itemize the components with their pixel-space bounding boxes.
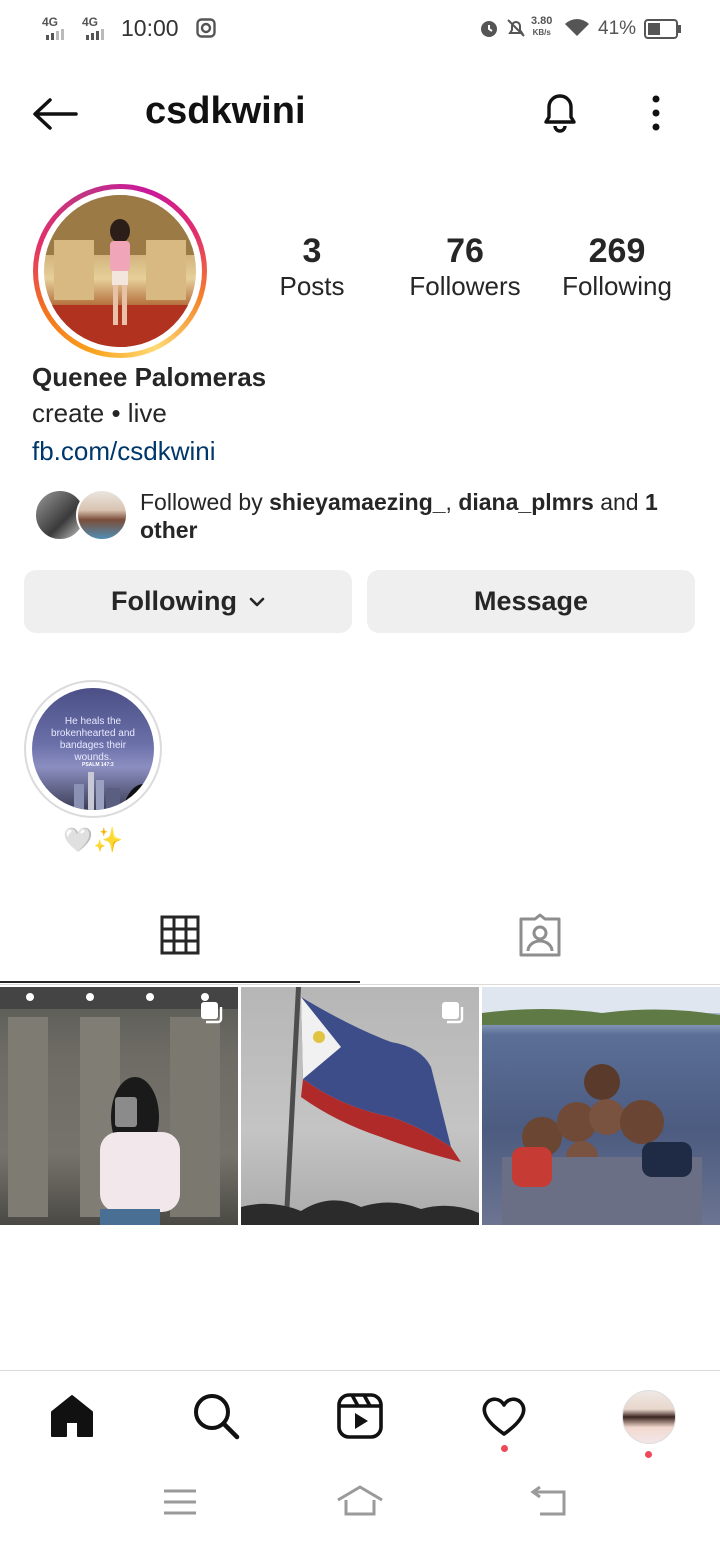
highlight-label: 🤍✨ <box>63 827 123 854</box>
mutual-user-1: shieyamaezing_ <box>269 489 446 515</box>
message-button[interactable]: Message <box>367 570 695 633</box>
mutual-sep: , <box>445 489 459 515</box>
tagged-icon[interactable] <box>517 913 563 959</box>
bell-icon[interactable] <box>536 88 584 136</box>
battery-percent: 41% <box>598 18 637 39</box>
multiple-photos-icon <box>442 1002 464 1024</box>
mute-icon <box>507 19 525 37</box>
stat-posts[interactable]: 3 Posts <box>262 232 362 302</box>
following-count: 269 <box>588 232 646 270</box>
posts-grid <box>0 987 720 1225</box>
wifi-icon <box>565 19 589 36</box>
profile-link[interactable]: fb.com/csdkwini <box>32 436 216 467</box>
post-thumbnail[interactable] <box>0 987 238 1225</box>
highlight-cover: He heals the brokenhearted and bandages … <box>32 688 154 810</box>
menu-icon[interactable] <box>162 1488 198 1516</box>
network-speed: 3.80 KB/s <box>531 16 552 38</box>
profile-bio: create • live <box>32 398 167 428</box>
reels-icon[interactable] <box>336 1392 384 1440</box>
clock: 10:00 <box>121 15 179 41</box>
stat-following[interactable]: 269 Following <box>552 232 682 302</box>
heart-icon[interactable] <box>480 1394 528 1438</box>
mutual-followers-avatars[interactable] <box>34 489 128 541</box>
network-speed-value: 3.80 <box>531 15 553 27</box>
posts-count: 3 <box>302 232 322 270</box>
home-icon[interactable] <box>48 1392 96 1440</box>
network-label-2: 4G <box>82 15 99 29</box>
following-label: Following <box>562 271 672 301</box>
mutual-prefix: Followed by <box>140 489 270 515</box>
more-vertical-icon[interactable] <box>646 94 666 132</box>
mutual-user-2: diana_plmrs <box>458 489 594 515</box>
active-tab-indicator <box>0 981 360 983</box>
activity-notification-dot <box>501 1445 508 1452</box>
mutual-followers-text[interactable]: Followed by shieyamaezing_, diana_plmrs … <box>140 488 700 544</box>
search-icon[interactable] <box>192 1392 240 1440</box>
stat-followers[interactable]: 76 Followers <box>398 232 532 302</box>
signal-icon <box>46 29 64 40</box>
battery-icon <box>644 19 681 39</box>
multiple-photos-icon <box>201 1002 223 1024</box>
instagram-notification-icon <box>196 18 216 38</box>
mutual-avatar-2 <box>76 489 128 541</box>
status-bar: 4G 4G 10:00 3.80 KB/s 41% <box>0 0 720 58</box>
story-highlight[interactable]: He heals the brokenhearted and bandages … <box>24 680 162 818</box>
posts-label: Posts <box>279 271 345 301</box>
following-button[interactable]: Following <box>24 570 352 633</box>
profile-avatar-story-ring[interactable] <box>33 184 207 358</box>
profile-tabs <box>0 900 720 985</box>
signal-icon-2 <box>86 29 104 40</box>
alarm-icon <box>481 21 497 37</box>
post-thumbnail[interactable] <box>482 987 720 1225</box>
followers-label: Followers <box>409 271 521 301</box>
profile-notification-dot <box>645 1451 652 1458</box>
profile-tab-avatar[interactable] <box>622 1390 676 1444</box>
following-button-label: Following <box>111 586 237 616</box>
mutual-mid: and <box>593 489 645 515</box>
home-system-icon[interactable] <box>335 1484 385 1518</box>
followers-count: 76 <box>446 232 484 270</box>
network-label-1: 4G <box>42 15 59 29</box>
profile-full-name: Quenee Palomeras <box>32 362 267 392</box>
grid-icon[interactable] <box>160 915 200 955</box>
chevron-down-icon <box>249 597 265 606</box>
profile-avatar <box>44 195 196 347</box>
back-system-icon[interactable] <box>530 1486 570 1518</box>
message-button-label: Message <box>473 586 589 616</box>
post-thumbnail[interactable] <box>241 987 479 1225</box>
network-speed-unit: KB/s <box>532 28 551 37</box>
arrow-left-icon[interactable] <box>30 92 80 136</box>
profile-username: csdkwini <box>145 90 306 132</box>
highlight-cover-text: He heals the brokenhearted and bandages … <box>51 716 135 763</box>
